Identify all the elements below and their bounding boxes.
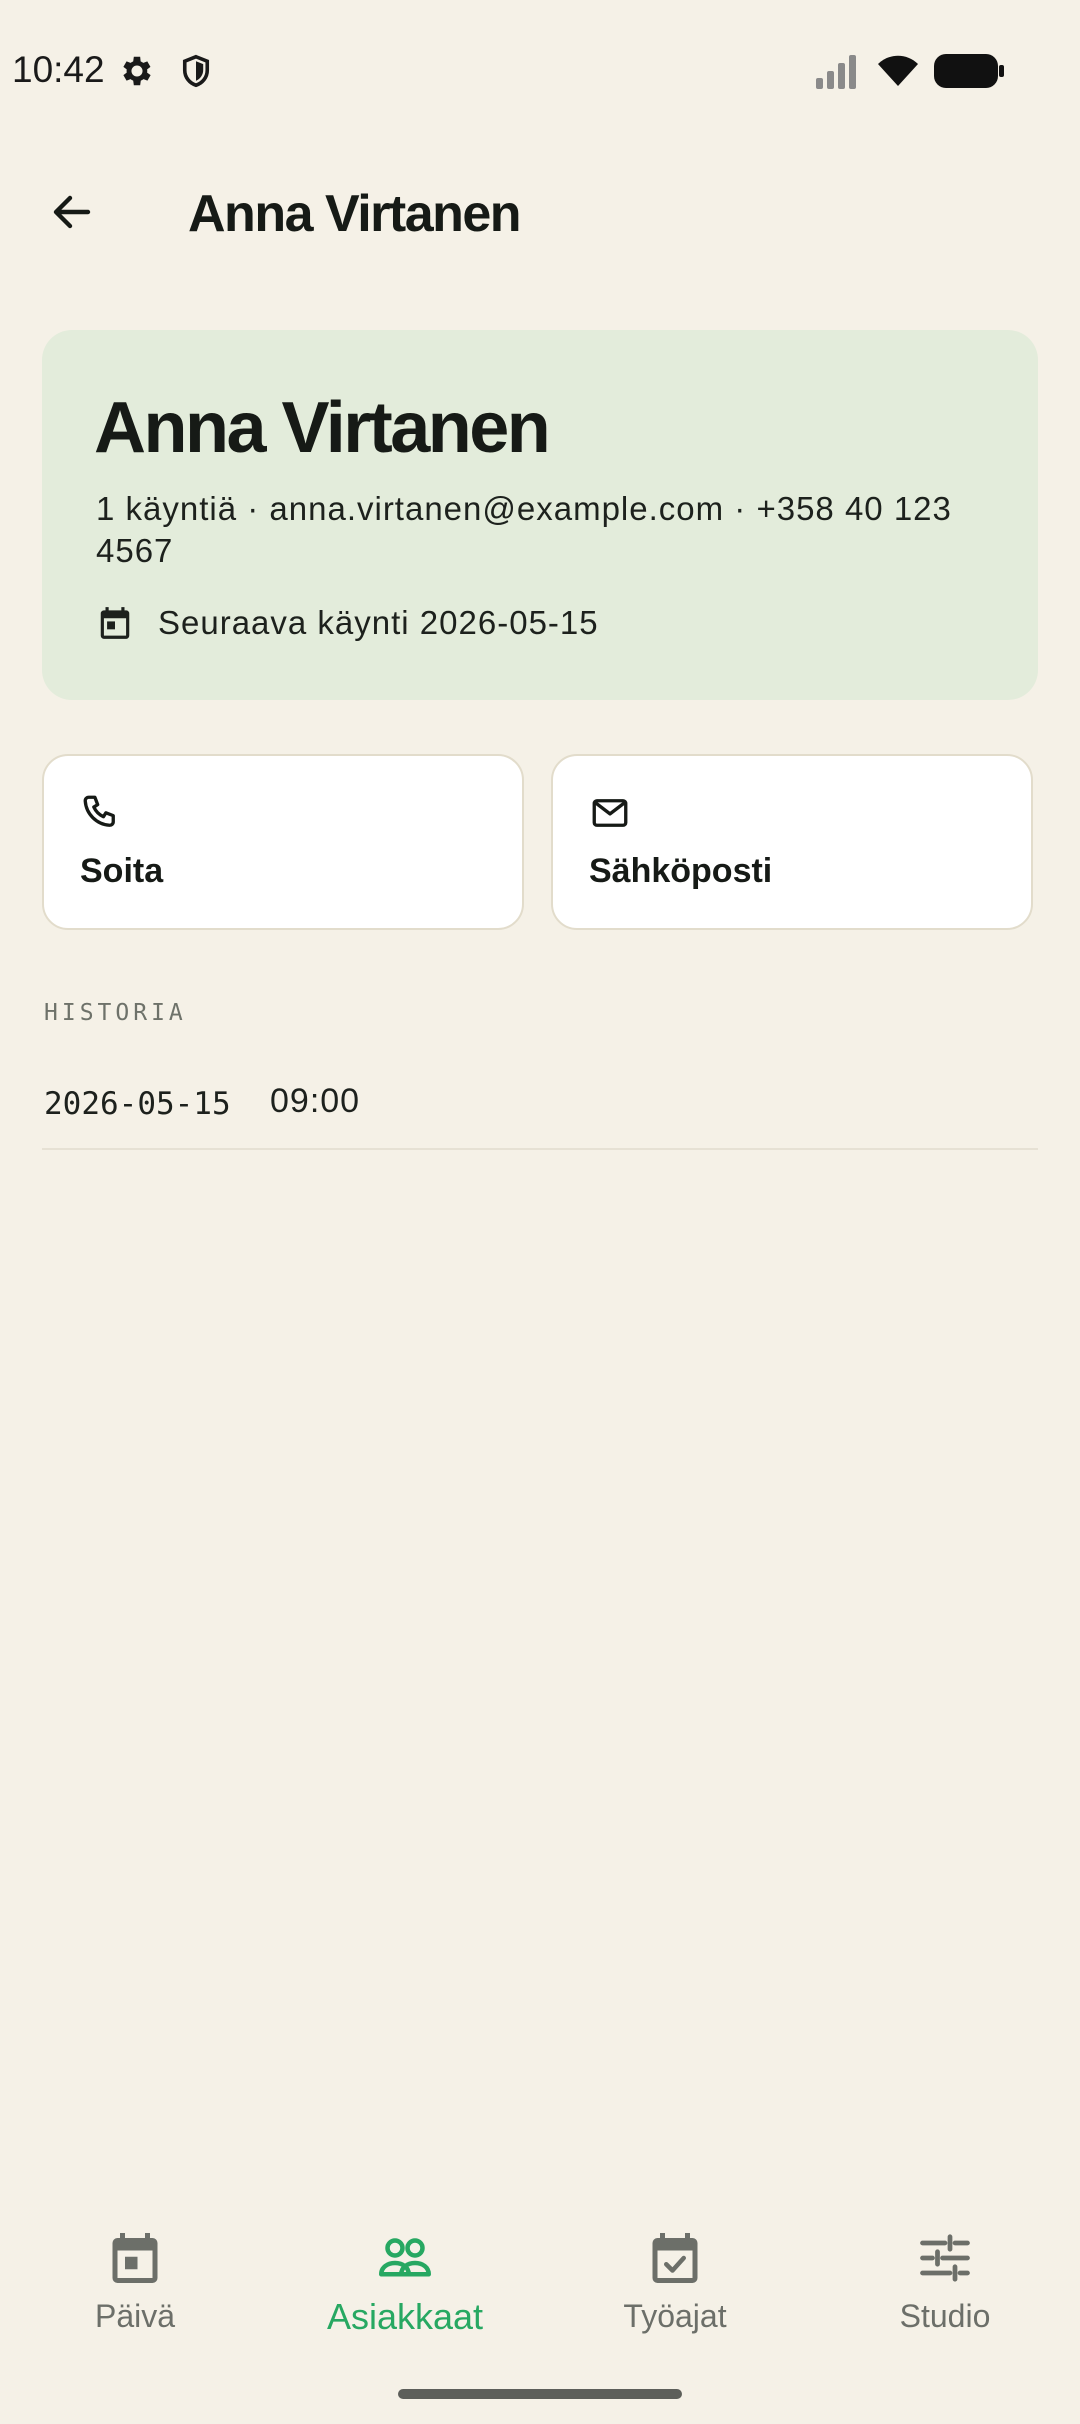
client-meta: 1 käyntiä · anna.virtanen@example.com · … bbox=[96, 490, 952, 569]
call-button[interactable]: Soita bbox=[42, 754, 524, 930]
sliders-icon bbox=[920, 2234, 970, 2282]
status-bar: 10:42 bbox=[0, 0, 1080, 140]
history-date: 2026-05-15 bbox=[44, 1086, 231, 1122]
nav-item-day[interactable]: Päivä bbox=[0, 2204, 270, 2354]
nav-item-work-hours[interactable]: Työajat bbox=[540, 2204, 810, 2354]
nav-label-work-hours: Työajat bbox=[623, 2298, 727, 2334]
nav-label-studio: Studio bbox=[899, 2298, 991, 2334]
nav-label-day: Päivä bbox=[94, 2298, 176, 2334]
mail-icon bbox=[592, 799, 628, 827]
nav-label-clients: Asiakkaat bbox=[326, 2296, 484, 2337]
calendar-check-icon bbox=[652, 2233, 698, 2283]
history-time: 09:00 bbox=[270, 1082, 361, 1120]
email-button-label: Sähköposti bbox=[589, 852, 773, 890]
back-button[interactable] bbox=[36, 176, 108, 248]
history-row[interactable]: 2026-05-15 09:00 bbox=[42, 1058, 1038, 1150]
calendar-day-icon bbox=[112, 2233, 158, 2283]
nav-item-studio[interactable]: Studio bbox=[810, 2204, 1080, 2354]
status-time: 10:42 bbox=[12, 49, 105, 90]
signal-icon bbox=[816, 55, 856, 89]
battery-icon bbox=[934, 54, 1004, 88]
gear-icon bbox=[123, 56, 151, 86]
next-visit-text: Seuraava käynti 2026-05-15 bbox=[158, 604, 599, 641]
page-title: Anna Virtanen bbox=[188, 185, 522, 243]
arrow-back-icon bbox=[53, 195, 91, 229]
next-visit: Seuraava käynti 2026-05-15 bbox=[96, 604, 599, 642]
home-indicator[interactable] bbox=[398, 2389, 682, 2399]
history-section-label: HISTORIA bbox=[44, 1000, 187, 1026]
nav-item-clients[interactable]: Asiakkaat bbox=[270, 2204, 540, 2354]
people-icon bbox=[379, 2238, 431, 2277]
client-name: Anna Virtanen bbox=[94, 388, 551, 468]
email-button[interactable]: Sähköposti bbox=[551, 754, 1033, 930]
calendar-icon bbox=[100, 607, 130, 639]
client-detail-screen: 10:42 Anna Virtanen Anna Virtanen 1 käyn… bbox=[0, 0, 1080, 2424]
wifi-icon bbox=[878, 55, 918, 86]
client-profile-card: Anna Virtanen 1 käyntiä · anna.virtanen@… bbox=[42, 330, 1038, 700]
call-button-label: Soita bbox=[80, 852, 164, 890]
phone-icon bbox=[83, 795, 115, 827]
shield-icon bbox=[182, 54, 210, 88]
